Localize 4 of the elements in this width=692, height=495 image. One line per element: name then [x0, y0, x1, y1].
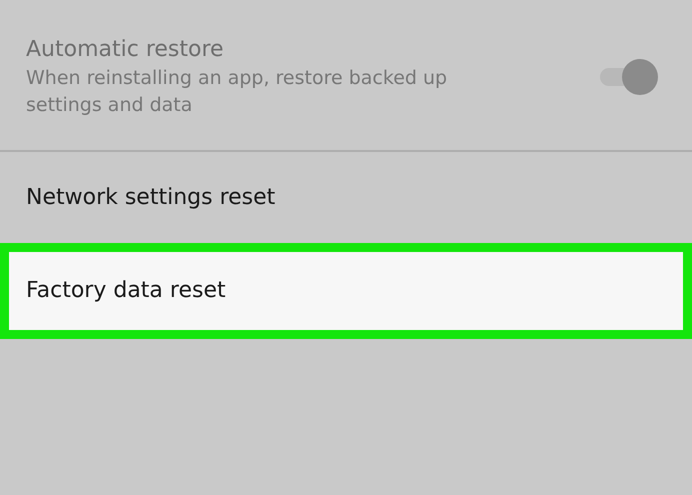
setting-title: Factory data reset [26, 277, 227, 305]
highlighted-setting-row[interactable]: Factory data reset [0, 243, 692, 339]
setting-title[interactable]: Network settings reset [26, 183, 666, 213]
setting-summary: When reinstalling an app, restore backed up settings and data [26, 66, 448, 118]
